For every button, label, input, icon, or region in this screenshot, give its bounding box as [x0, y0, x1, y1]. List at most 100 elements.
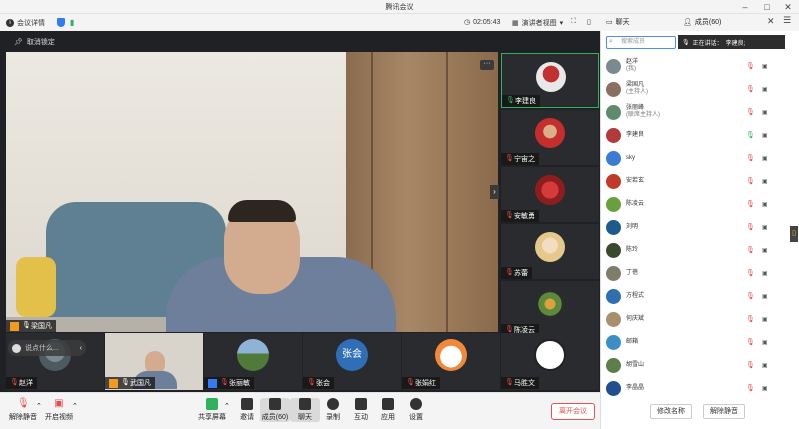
camera-off-icon[interactable]: ▣ — [762, 247, 768, 254]
mic-icon[interactable]: 🎙︎ — [746, 131, 755, 139]
member-name: 邮箱 — [626, 339, 746, 346]
member-row[interactable]: 丁蓓 🎙︎ ▣ — [606, 262, 786, 284]
video-tile[interactable]: 🎙︎ 李建良 — [501, 53, 599, 108]
camera-off-icon[interactable]: ▣ — [762, 178, 768, 185]
camera-off-icon[interactable]: ▣ — [762, 293, 768, 300]
unmute-all-button[interactable]: 解除静音 — [703, 404, 745, 419]
video-tile[interactable]: 🎙︎ 安敏勇 — [501, 167, 599, 222]
mic-off-icon[interactable]: 🎙︎ — [746, 292, 755, 300]
video-tile[interactable]: 🎙︎ 张丽敏 — [204, 333, 302, 390]
video-tile[interactable]: 🎙︎ 武国凡 — [105, 333, 203, 390]
minimize-button[interactable]: – — [738, 1, 752, 13]
chevron-up-icon[interactable]: ⌃ — [224, 402, 230, 410]
chevron-right-icon[interactable]: › — [490, 185, 499, 199]
member-row[interactable]: 赵洋 (我) 🎙︎ ▣ — [606, 55, 786, 77]
tab-chat[interactable]: ▭ 聊天 — [606, 17, 630, 27]
avatar — [237, 339, 269, 371]
main-video[interactable]: 🎙︎ 梁国凡 — [6, 52, 498, 332]
mic-off-icon[interactable]: 🎙︎ — [746, 62, 755, 70]
menu-icon[interactable]: ☰ — [783, 15, 791, 26]
unmute-button[interactable]: 🎙︎ 解除静音 — [8, 398, 38, 422]
member-row[interactable]: 陈凌云 🎙︎ ▣ — [606, 193, 786, 215]
sidebar-toggle-icon[interactable]: ▯ — [587, 18, 591, 26]
camera-off-icon[interactable]: ▣ — [762, 385, 768, 392]
meeting-info-button[interactable]: i 会议详情 — [6, 18, 45, 28]
apps-button[interactable]: 应用 — [373, 398, 403, 422]
leave-meeting-button[interactable]: 离开会议 — [551, 403, 595, 420]
more-options-icon[interactable]: ··· — [480, 60, 494, 70]
member-search-input[interactable]: 搜索成员 — [606, 36, 676, 49]
camera-off-icon[interactable]: ▣ — [762, 316, 768, 323]
mic-off-icon[interactable]: 🎙︎ — [746, 177, 755, 185]
camera-off-icon[interactable]: ▣ — [762, 362, 768, 369]
member-row[interactable]: 李建良 🎙︎ ▣ — [606, 124, 786, 146]
camera-off-icon[interactable]: ▣ — [762, 86, 768, 93]
camera-off-icon[interactable]: ▣ — [762, 224, 768, 231]
shield-icon[interactable] — [57, 18, 65, 27]
camera-off-icon[interactable]: ▣ — [762, 132, 768, 139]
video-tile[interactable]: 🎙︎ 张娟红 — [402, 333, 500, 390]
members-button[interactable]: 成员(60) — [260, 398, 290, 422]
side-handle-icon[interactable]: ▯ — [790, 226, 798, 242]
member-row[interactable]: 何庆斌 🎙︎ ▣ — [606, 308, 786, 330]
mic-off-icon[interactable]: 🎙︎ — [746, 154, 755, 162]
member-row[interactable]: 梁国凡 (主持人) 🎙︎ ▣ — [606, 78, 786, 100]
chevron-up-icon[interactable]: ⌃ — [36, 402, 42, 410]
mic-off-icon[interactable]: 🎙︎ — [746, 338, 755, 346]
member-row[interactable]: 方程式 🎙︎ ▣ — [606, 285, 786, 307]
chevron-up-icon[interactable]: ⌃ — [72, 402, 78, 410]
invite-button[interactable]: 邀请 — [232, 398, 262, 422]
start-video-button[interactable]: ▣ 开启视频 — [44, 398, 74, 422]
camera-off-icon[interactable]: ▣ — [762, 63, 768, 70]
camera-off-icon[interactable]: ▣ — [762, 201, 768, 208]
member-row[interactable]: 张丽峰 (联席主持人) 🎙︎ ▣ — [606, 101, 786, 123]
chat-quick-input[interactable]: 说点什么... ‹ — [8, 340, 86, 356]
view-mode-selector[interactable]: ▦ 演讲者视图 ▾ — [512, 18, 563, 28]
chat-button[interactable]: 聊天 — [290, 398, 320, 422]
chevron-left-icon[interactable]: ‹ — [80, 345, 82, 352]
camera-off-icon[interactable]: ▣ — [762, 339, 768, 346]
mic-off-icon: 🎙︎ — [505, 212, 514, 219]
mic-off-icon[interactable]: 🎙︎ — [746, 361, 755, 369]
search-icon: ⌕ — [609, 38, 613, 45]
member-row[interactable]: 安若玄 🎙︎ ▣ — [606, 170, 786, 192]
unpin-button[interactable]: 📌︎ 取消锁定 — [14, 37, 55, 47]
member-row[interactable]: 胡雪山 🎙︎ ▣ — [606, 354, 786, 376]
mic-off-icon[interactable]: 🎙︎ — [746, 269, 755, 277]
video-tile[interactable]: 🎙︎ 苏蕾 — [501, 224, 599, 279]
mic-off-icon[interactable]: 🎙︎ — [746, 315, 755, 323]
camera-off-icon[interactable]: ▣ — [762, 109, 768, 116]
close-panel-icon[interactable]: ✕ — [767, 16, 775, 27]
mic-icon: 🎙︎ — [682, 39, 690, 46]
avatar — [606, 173, 621, 189]
mic-off-icon[interactable]: 🎙︎ — [746, 108, 755, 116]
mic-off-icon[interactable]: 🎙︎ — [746, 384, 755, 392]
settings-button[interactable]: 设置 — [401, 398, 431, 422]
mic-off-icon[interactable]: 🎙︎ — [746, 246, 755, 254]
close-button[interactable]: ✕ — [781, 1, 795, 13]
camera-off-icon[interactable]: ▣ — [762, 155, 768, 162]
mic-off-icon[interactable]: 🎙︎ — [746, 200, 755, 208]
member-row[interactable]: 刘明 🎙︎ ▣ — [606, 216, 786, 238]
signal-icon[interactable]: ▮ — [70, 18, 74, 27]
member-row[interactable]: sky 🎙︎ ▣ — [606, 147, 786, 169]
video-tile[interactable]: 张会 🎙︎ 张会 — [303, 333, 401, 390]
rename-button[interactable]: 修改名称 — [650, 404, 692, 419]
video-tile[interactable]: 🎙︎ 宁宙之 — [501, 110, 599, 165]
camera-off-icon[interactable]: ▣ — [762, 270, 768, 277]
mic-off-icon[interactable]: 🎙︎ — [746, 223, 755, 231]
fullscreen-icon[interactable]: ⛶ — [571, 18, 576, 26]
tab-members[interactable]: 👤︎ 成员(60) — [683, 17, 721, 27]
interact-button[interactable]: 互动 — [346, 398, 376, 422]
maximize-button[interactable]: □ — [760, 1, 774, 13]
mic-off-icon[interactable]: 🎙︎ — [746, 85, 755, 93]
member-row[interactable]: 李晶晶 🎙︎ ▣ — [606, 377, 786, 399]
member-row[interactable]: 邮箱 🎙︎ ▣ — [606, 331, 786, 353]
member-row[interactable]: 陈玲 🎙︎ ▣ — [606, 239, 786, 261]
start-video-label: 开启视频 — [45, 414, 73, 421]
share-screen-button[interactable]: 共享屏幕 — [197, 398, 227, 422]
member-name: 何庆斌 — [626, 316, 746, 323]
video-tile[interactable]: 🎙︎ 陈凌云 — [501, 281, 599, 336]
record-button[interactable]: 录制 — [318, 398, 348, 422]
video-tile[interactable]: 🎙︎ 马胜文 — [501, 333, 599, 390]
